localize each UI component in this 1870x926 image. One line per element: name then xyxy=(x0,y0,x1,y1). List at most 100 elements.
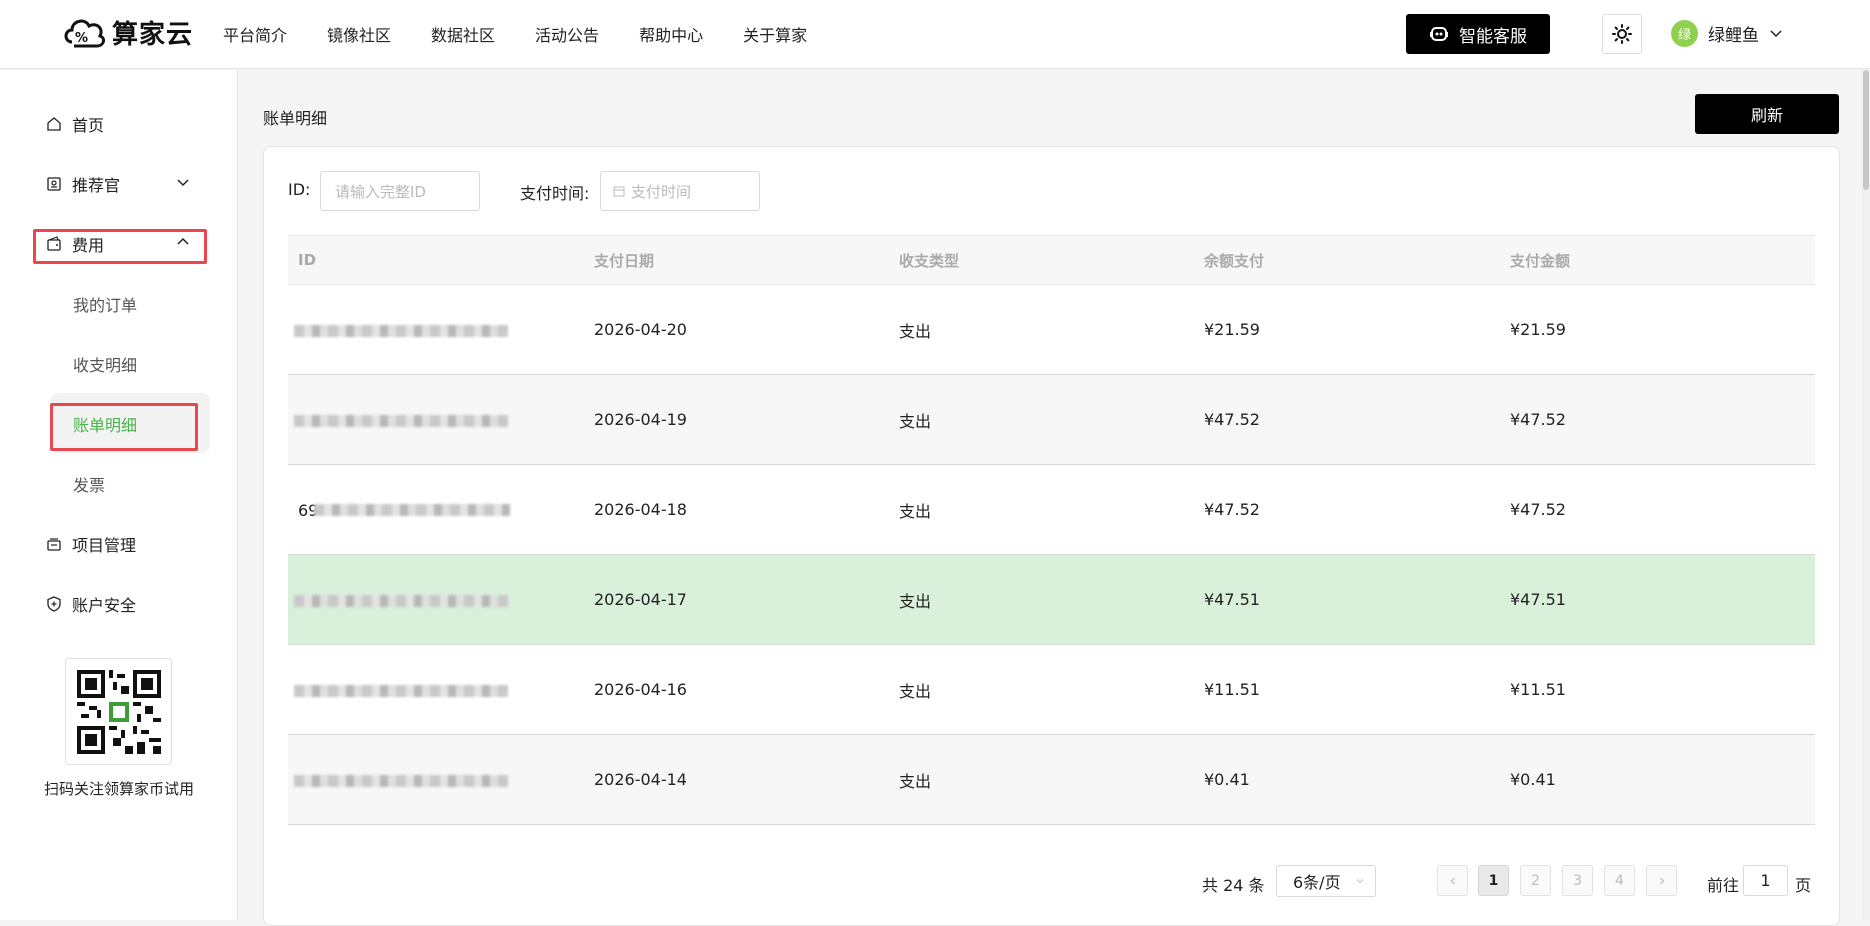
badge-icon xyxy=(47,177,61,191)
redacted-id xyxy=(294,684,508,697)
logo-text: 算家云 xyxy=(112,19,194,50)
cell-date: 2026-04-16 xyxy=(594,680,687,699)
sidebar-item-label: 首页 xyxy=(72,116,105,135)
table-row[interactable]: 2026-04-16 支出 ¥11.51 ¥11.51 xyxy=(288,645,1815,735)
sidebar-item-label: 推荐官 xyxy=(72,176,121,195)
column-header-id: ID xyxy=(298,251,317,269)
redacted-id xyxy=(314,504,511,516)
cell-amount: ¥47.51 xyxy=(1510,590,1566,609)
next-page-button[interactable] xyxy=(1646,865,1677,896)
filter-id-label: ID: xyxy=(288,180,311,199)
chevron-right-icon xyxy=(1659,877,1664,884)
table-header: ID 支付日期 收支类型 余额支付 支付金额 xyxy=(288,235,1815,285)
qr-caption: 扫码关注领算家币试用 xyxy=(43,780,194,798)
column-header-amount: 支付金额 xyxy=(1510,251,1571,270)
nav-image-community[interactable]: 镜像社区 xyxy=(327,22,391,46)
main-nav: 平台简介 镜像社区 数据社区 活动公告 帮助中心 关于算家 xyxy=(223,22,847,46)
cell-type: 支出 xyxy=(899,591,932,611)
folder-stack-icon xyxy=(47,538,61,551)
filter-id-placeholder: 请输入完整ID xyxy=(335,182,426,201)
page-button-2[interactable]: 2 xyxy=(1520,865,1551,896)
cell-date: 2026-04-14 xyxy=(594,770,687,789)
column-header-balance: 余额支付 xyxy=(1204,251,1265,270)
sidebar-item-invoice[interactable]: 发票 xyxy=(73,472,105,496)
prev-page-button[interactable] xyxy=(1437,865,1468,896)
smart-service-button[interactable]: 智能客服 xyxy=(1406,14,1550,54)
home-icon xyxy=(47,117,61,131)
cell-balance: ¥47.51 xyxy=(1204,590,1260,609)
scrollbar-thumb[interactable] xyxy=(1863,70,1869,190)
sidebar-item-label: 项目管理 xyxy=(72,536,137,555)
page-title: 账单明细 xyxy=(263,109,328,128)
redacted-id xyxy=(294,594,508,607)
chevron-down-icon[interactable] xyxy=(176,176,190,190)
filter-id-input[interactable]: 请输入完整ID xyxy=(320,171,480,211)
scrollbar-track[interactable] xyxy=(1862,70,1870,920)
chevron-down-icon xyxy=(1770,29,1782,37)
nav-data-community[interactable]: 数据社区 xyxy=(431,22,495,46)
cell-amount: ¥47.52 xyxy=(1510,410,1566,429)
nav-platform-intro[interactable]: 平台简介 xyxy=(223,22,287,46)
user-menu[interactable]: 绿 绿鲤鱼 xyxy=(1671,20,1783,47)
calendar-icon xyxy=(613,186,625,197)
bill-table: ID 支付日期 收支类型 余额支付 支付金额 2026-04-20 支出 ¥21… xyxy=(288,235,1815,825)
sidebar-item-income-expense[interactable]: 收支明细 xyxy=(73,352,137,376)
cell-balance: ¥21.59 xyxy=(1204,320,1260,339)
page-button-4[interactable]: 4 xyxy=(1604,865,1635,896)
qr-code xyxy=(65,658,172,765)
avatar: 绿 xyxy=(1671,20,1698,47)
cell-date: 2026-04-17 xyxy=(594,590,687,609)
redacted-id xyxy=(294,324,508,337)
logo[interactable]: % 算家云 xyxy=(62,12,193,52)
cell-type: 支出 xyxy=(899,321,932,341)
table-row[interactable]: 2026-04-19 支出 ¥47.52 ¥47.52 xyxy=(288,375,1815,465)
qr-code-image xyxy=(76,669,161,754)
goto-page-input[interactable]: 1 xyxy=(1743,865,1788,896)
sidebar-item-my-orders[interactable]: 我的订单 xyxy=(73,292,137,316)
top-bar: % 算家云 平台简介 镜像社区 数据社区 活动公告 帮助中心 关于算家 智能客服 xyxy=(0,0,1870,69)
sidebar-item-home[interactable]: 首页 xyxy=(46,112,104,136)
smart-service-label: 智能客服 xyxy=(1459,26,1527,47)
nav-announcements[interactable]: 活动公告 xyxy=(535,22,599,46)
cell-type: 支出 xyxy=(899,681,932,701)
cell-id xyxy=(288,320,594,339)
cell-date: 2026-04-18 xyxy=(594,500,687,519)
table-row[interactable]: 2026-04-14 支出 ¥0.41 ¥0.41 xyxy=(288,735,1815,825)
filter-time-label: 支付时间: xyxy=(520,184,590,203)
sidebar-item-label: 账户安全 xyxy=(72,596,137,615)
table-row[interactable]: 69 2026-04-18 支出 ¥47.52 ¥47.52 xyxy=(288,465,1815,555)
cell-balance: ¥11.51 xyxy=(1204,680,1260,699)
refresh-button[interactable]: 刷新 xyxy=(1695,94,1839,134)
cell-type: 支出 xyxy=(899,411,932,431)
filter-time-input[interactable]: 支付时间 xyxy=(600,171,760,211)
highlight-box-bill-details xyxy=(50,403,198,451)
sidebar-item-security[interactable]: 账户安全 xyxy=(46,592,136,616)
cell-id: 69 xyxy=(288,500,594,520)
chevron-down-icon xyxy=(1356,879,1363,884)
cell-type: 支出 xyxy=(899,501,932,521)
cell-id xyxy=(288,590,594,609)
page-button-1[interactable]: 1 xyxy=(1478,865,1509,896)
cell-amount: ¥21.59 xyxy=(1510,320,1566,339)
cell-id xyxy=(288,770,594,789)
sidebar-item-referrer[interactable]: 推荐官 xyxy=(46,172,120,196)
chevron-left-icon xyxy=(1450,877,1455,884)
table-row[interactable]: 2026-04-17 支出 ¥47.51 ¥47.51 xyxy=(288,555,1815,645)
user-name: 绿鲤鱼 xyxy=(1708,26,1759,46)
logo-cloud-icon: % xyxy=(64,19,106,48)
sidebar-item-project[interactable]: 项目管理 xyxy=(46,532,136,556)
sun-icon xyxy=(1612,24,1632,44)
theme-toggle-button[interactable] xyxy=(1602,14,1642,54)
table-row[interactable]: 2026-04-20 支出 ¥21.59 ¥21.59 xyxy=(288,285,1815,375)
nav-about[interactable]: 关于算家 xyxy=(743,22,807,46)
nav-help-center[interactable]: 帮助中心 xyxy=(639,22,703,46)
cell-date: 2026-04-19 xyxy=(594,410,687,429)
filter-time-placeholder: 支付时间 xyxy=(631,182,692,201)
column-header-type: 收支类型 xyxy=(899,251,960,270)
page-button-3[interactable]: 3 xyxy=(1562,865,1593,896)
cell-amount: ¥0.41 xyxy=(1510,770,1556,789)
page-size-select[interactable]: 6条/页 xyxy=(1276,865,1376,897)
goto-suffix: 页 xyxy=(1795,876,1812,895)
cell-balance: ¥0.41 xyxy=(1204,770,1250,789)
column-header-date: 支付日期 xyxy=(594,251,655,270)
